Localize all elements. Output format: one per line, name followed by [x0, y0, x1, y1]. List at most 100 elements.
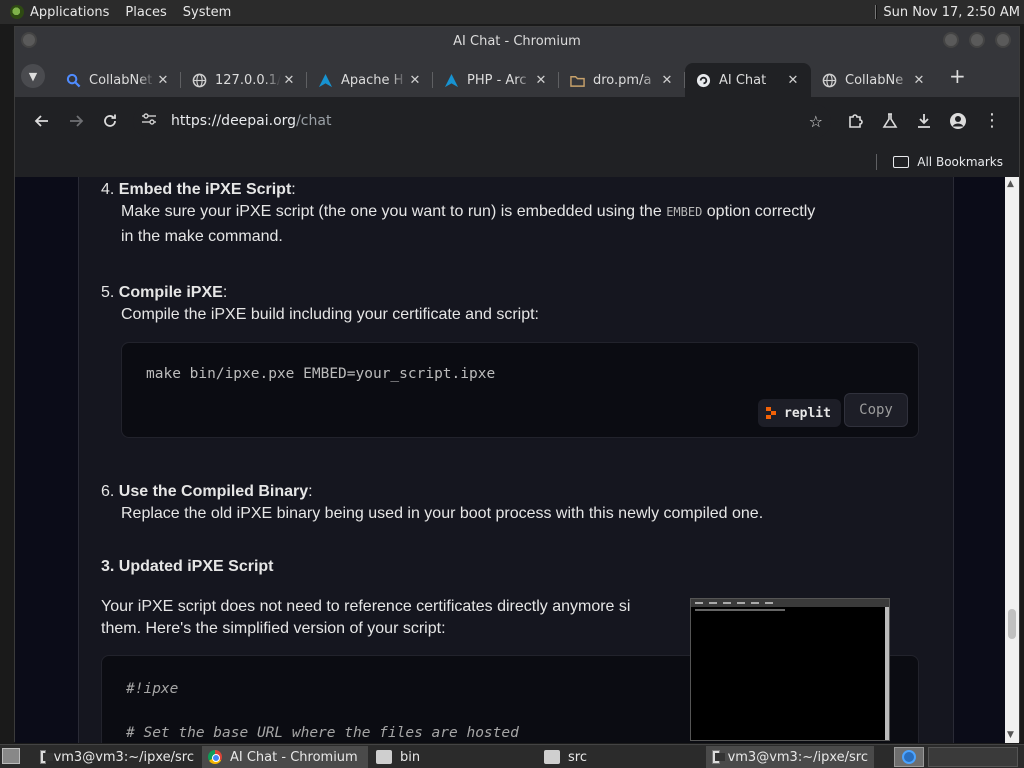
- close-icon[interactable]: ✕: [407, 73, 423, 88]
- new-tab-button[interactable]: +: [949, 64, 966, 88]
- clock[interactable]: Sun Nov 17, 2:50 AM: [875, 5, 1024, 20]
- applications-menu[interactable]: Applications: [10, 5, 109, 20]
- task-chromium[interactable]: AI Chat - Chromium: [202, 746, 368, 768]
- download-icon: [918, 114, 930, 128]
- menu-button[interactable]: ⋮: [975, 104, 1009, 138]
- close-icon[interactable]: ✕: [659, 73, 675, 88]
- thumbnail-scrollbar: [885, 607, 889, 740]
- bottom-taskbar: vm3@vm3:~/ipxe/src AI Chat - Chromium bi…: [0, 744, 1024, 768]
- url-text: https://deepai.org/chat: [171, 113, 331, 129]
- tab-ai-chat[interactable]: AI Chat ✕: [685, 63, 811, 97]
- tab-collabnet-2[interactable]: CollabNe ✕: [811, 63, 937, 97]
- close-window-icon[interactable]: [995, 32, 1011, 48]
- bookmarks-bar: All Bookmarks: [15, 145, 1019, 179]
- places-menu[interactable]: Places: [125, 5, 166, 20]
- terminal-preview-thumbnail: [690, 598, 890, 741]
- tab-collabnet[interactable]: CollabNet ✕: [55, 63, 181, 97]
- thumbnail-menubar: [691, 599, 889, 607]
- window-titlebar[interactable]: AI Chat - Chromium: [15, 27, 1019, 55]
- step-number: 6.: [101, 483, 115, 500]
- minimize-icon[interactable]: [943, 32, 959, 48]
- system-menu[interactable]: System: [183, 5, 231, 20]
- colon: :: [291, 181, 296, 198]
- close-icon[interactable]: ✕: [785, 73, 801, 88]
- step-4-text: Make sure your iPXE script (the one you …: [121, 199, 941, 225]
- bookmark-star-icon[interactable]: ☆: [809, 112, 823, 131]
- show-desktop-icon[interactable]: [2, 748, 20, 764]
- all-bookmarks-button[interactable]: All Bookmarks: [917, 155, 1003, 169]
- tab-label: 127.0.0.1/: [215, 72, 281, 88]
- task-label: vm3@vm3:~/ipxe/src: [727, 749, 868, 765]
- paragraph-line-2: them. Here's the simplified version of y…: [101, 620, 446, 637]
- back-button[interactable]: [25, 104, 59, 138]
- task-terminal-2[interactable]: vm3@vm3:~/ipxe/src: [706, 746, 874, 768]
- tab-localhost[interactable]: 127.0.0.1/ ✕: [181, 63, 307, 97]
- task-terminal-1[interactable]: vm3@vm3:~/ipxe/src: [34, 746, 200, 768]
- page-scrollbar[interactable]: ▲ ▼: [1005, 177, 1019, 743]
- close-icon[interactable]: ✕: [155, 73, 171, 88]
- globe-icon: [821, 72, 837, 88]
- address-bar[interactable]: https://deepai.org/chat ☆: [133, 104, 831, 138]
- tab-label: dro.pm/a: [593, 72, 652, 88]
- task-label: bin: [400, 749, 421, 765]
- site-info-icon[interactable]: [141, 112, 161, 130]
- tab-search-button[interactable]: ▼: [21, 64, 45, 88]
- folder-icon: [569, 72, 585, 88]
- profile-button[interactable]: [941, 104, 975, 138]
- avatar-icon: [950, 113, 966, 129]
- tab-php[interactable]: PHP - Arc ✕: [433, 63, 559, 97]
- step-title: Compile iPXE: [118, 284, 223, 301]
- folder-icon: [376, 750, 392, 764]
- scroll-up-icon[interactable]: ▲: [1007, 179, 1014, 189]
- colon: :: [222, 284, 228, 301]
- workspace-2[interactable]: [928, 747, 1018, 767]
- back-arrow-icon: [34, 115, 48, 127]
- scroll-down-icon[interactable]: ▼: [1007, 730, 1014, 740]
- copy-button[interactable]: Copy: [844, 393, 908, 427]
- kebab-menu-icon: ⋮: [983, 110, 1001, 131]
- panel-separator: [875, 5, 878, 19]
- globe-icon: [191, 72, 207, 88]
- task-bin[interactable]: bin: [370, 746, 536, 768]
- chromium-icon: [208, 750, 222, 764]
- close-icon[interactable]: ✕: [533, 73, 549, 88]
- search-icon: [65, 72, 81, 88]
- maximize-icon[interactable]: [969, 32, 985, 48]
- flask-icon: [882, 113, 898, 128]
- folder-icon: [544, 750, 560, 764]
- replit-button[interactable]: replit: [758, 399, 841, 427]
- clock-label: Sun Nov 17, 2:50 AM: [883, 4, 1020, 20]
- close-icon[interactable]: ✕: [911, 73, 927, 88]
- forward-button[interactable]: [59, 104, 93, 138]
- tab-strip: ▼ CollabNet ✕ 127.0.0.1/ ✕ Apache H ✕ PH…: [15, 55, 1019, 97]
- window-title: AI Chat - Chromium: [453, 33, 581, 49]
- step-5-text: Compile the iPXE build including your ce…: [121, 306, 539, 323]
- tab-label: CollabNet: [89, 72, 153, 88]
- url-path: /chat: [296, 113, 332, 129]
- scrollbar-thumb[interactable]: [1008, 609, 1016, 639]
- downloads-button[interactable]: [907, 104, 941, 138]
- task-src[interactable]: src: [538, 746, 704, 768]
- code-line: make bin/ipxe.pxe EMBED=your_script.ipxe: [146, 366, 496, 382]
- workspace-1[interactable]: [894, 747, 924, 767]
- labs-button[interactable]: [873, 104, 907, 138]
- close-icon[interactable]: ✕: [281, 73, 297, 88]
- step-4-text-b: option correctly: [706, 203, 816, 220]
- section-heading: 3. Updated iPXE Script: [101, 558, 274, 575]
- deepai-icon: [695, 72, 711, 88]
- reload-button[interactable]: [93, 104, 127, 138]
- arch-icon: [443, 72, 459, 88]
- task-label: src: [568, 749, 587, 765]
- tab-dro-pm[interactable]: dro.pm/a ✕: [559, 63, 685, 97]
- tab-apache[interactable]: Apache H ✕: [307, 63, 433, 97]
- extensions-button[interactable]: [839, 104, 873, 138]
- chevron-down-icon: ▼: [28, 69, 38, 83]
- task-label: AI Chat - Chromium: [230, 749, 358, 765]
- replit-logo-icon: [766, 406, 778, 420]
- thumbnail-text-line: [695, 609, 785, 611]
- inline-code: EMBED: [666, 205, 703, 219]
- applications-label: Applications: [30, 4, 110, 20]
- code-line: #!ipxe: [126, 681, 179, 697]
- tab-label: Apache H: [341, 72, 404, 88]
- window-menu-icon[interactable]: [21, 32, 37, 48]
